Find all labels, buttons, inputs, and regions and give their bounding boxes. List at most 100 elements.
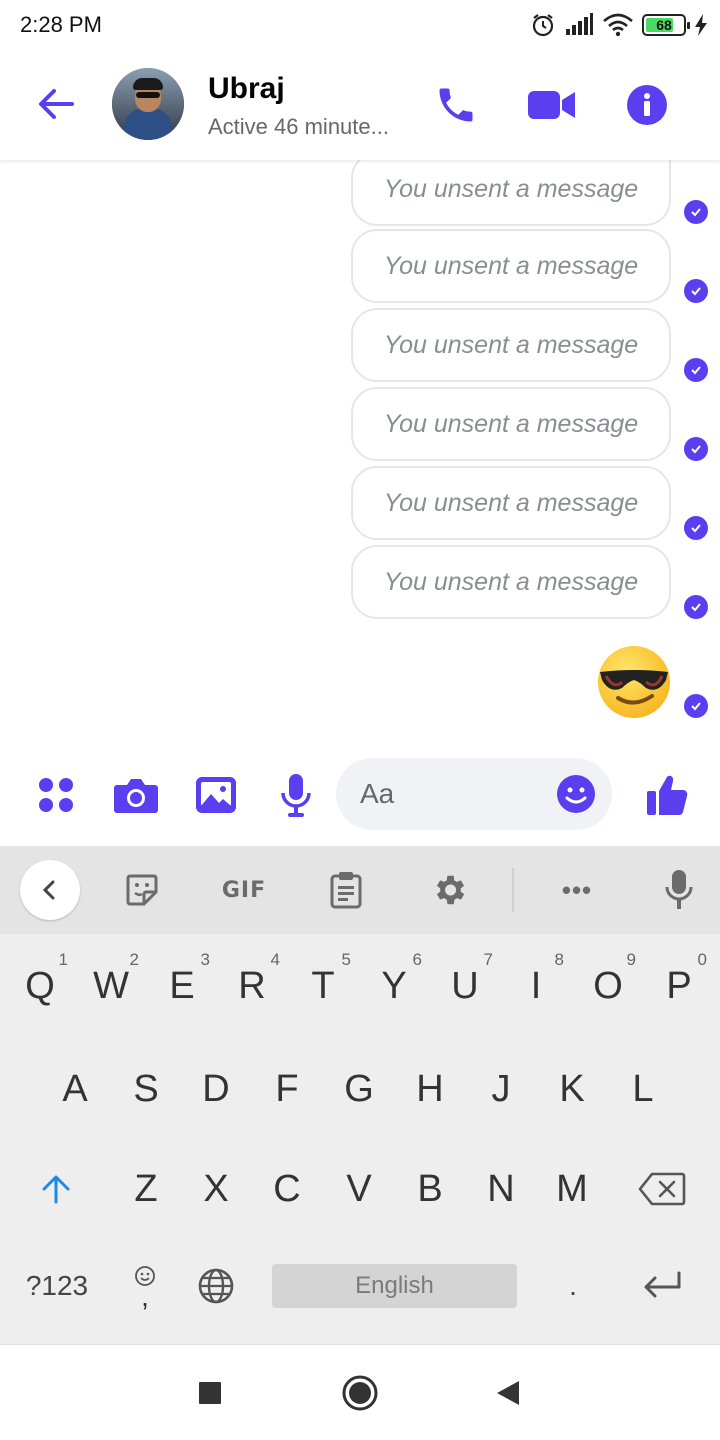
key-r[interactable]: R4 xyxy=(222,946,282,1026)
key-t[interactable]: T5 xyxy=(293,946,353,1026)
key-f[interactable]: F xyxy=(257,1049,317,1129)
audio-call-button[interactable] xyxy=(431,80,481,130)
key-c[interactable]: C xyxy=(257,1149,317,1229)
gallery-button[interactable] xyxy=(193,772,239,818)
key-j[interactable]: J xyxy=(471,1049,531,1129)
more-actions-button[interactable] xyxy=(33,772,79,818)
keyboard-toolbar: GIF ••• xyxy=(0,846,720,934)
back-nav-button[interactable] xyxy=(484,1369,532,1417)
wifi-icon xyxy=(603,13,633,37)
voice-clip-button[interactable] xyxy=(273,772,319,818)
emoji-picker-button[interactable] xyxy=(556,774,596,814)
key-w[interactable]: W2 xyxy=(81,946,141,1026)
language-key[interactable] xyxy=(190,1250,242,1322)
keyboard-collapse-button[interactable] xyxy=(20,860,80,920)
recents-square-icon xyxy=(199,1382,221,1404)
backspace-icon xyxy=(638,1172,686,1206)
clipboard-button[interactable] xyxy=(316,860,376,920)
back-arrow-icon xyxy=(39,89,74,119)
key-h[interactable]: H xyxy=(400,1049,460,1129)
key-l[interactable]: L xyxy=(613,1049,673,1129)
message-bubble[interactable]: You unsent a message xyxy=(351,229,671,303)
camera-button[interactable] xyxy=(113,772,159,818)
key-s[interactable]: S xyxy=(116,1049,176,1129)
like-button[interactable] xyxy=(644,772,690,818)
key-i[interactable]: I8 xyxy=(506,946,566,1026)
recents-button[interactable] xyxy=(186,1369,234,1417)
comma-label: , xyxy=(141,1281,149,1312)
enter-arrow-icon xyxy=(644,1271,681,1298)
gif-button[interactable]: GIF xyxy=(214,860,274,920)
alarm-icon xyxy=(532,14,554,37)
status-bar: 2:28 PM 68 xyxy=(0,0,720,50)
message-bubble[interactable]: You unsent a message xyxy=(351,308,671,382)
camera-icon xyxy=(114,779,158,813)
symbols-key[interactable]: ?123 xyxy=(14,1250,100,1322)
message-bubble[interactable]: You unsent a message xyxy=(351,160,671,226)
gallery-icon xyxy=(196,777,236,813)
seen-check-icon xyxy=(684,694,708,718)
message-bubble[interactable]: You unsent a message xyxy=(351,387,671,461)
home-button[interactable] xyxy=(336,1369,384,1417)
voice-input-icon xyxy=(665,870,693,909)
sunglasses-emoji-message[interactable] xyxy=(594,644,674,720)
conversation-info-button[interactable] xyxy=(622,80,672,130)
conversation-header: Ubraj Active 46 minute... xyxy=(0,50,720,160)
message-bubble[interactable]: You unsent a message xyxy=(351,545,671,619)
emoji-icon xyxy=(557,775,595,813)
signal-icon xyxy=(566,13,593,35)
key-g[interactable]: G xyxy=(329,1049,389,1129)
key-m[interactable]: M xyxy=(542,1149,602,1229)
enter-key[interactable] xyxy=(630,1250,694,1322)
toolbar-divider xyxy=(512,868,514,912)
key-z[interactable]: Z xyxy=(116,1149,176,1229)
seen-check-icon xyxy=(684,279,708,303)
key-q[interactable]: Q1 xyxy=(10,946,70,1026)
space-key[interactable]: English xyxy=(272,1264,517,1308)
key-y[interactable]: Y6 xyxy=(364,946,424,1026)
message-input[interactable] xyxy=(360,758,550,830)
chevron-left-icon xyxy=(42,880,55,900)
key-a[interactable]: A xyxy=(45,1049,105,1129)
key-k[interactable]: K xyxy=(542,1049,602,1129)
soft-keyboard: GIF ••• Q1 W2 E3 R4 T5 Y6 U7 I8 O9 P0 A … xyxy=(0,846,720,1344)
video-call-button[interactable] xyxy=(527,80,577,130)
clipboard-icon xyxy=(330,872,362,909)
voice-typing-button[interactable] xyxy=(649,860,709,920)
message-list[interactable]: You unsent a message You unsent a messag… xyxy=(0,160,720,750)
contact-name[interactable]: Ubraj xyxy=(208,72,285,106)
key-b[interactable]: B xyxy=(400,1149,460,1229)
key-u[interactable]: U7 xyxy=(435,946,495,1026)
video-camera-icon xyxy=(528,91,575,119)
gif-label: GIF xyxy=(221,877,267,903)
more-tools-button[interactable]: ••• xyxy=(547,860,607,920)
key-o[interactable]: O9 xyxy=(578,946,638,1026)
thumbs-up-icon xyxy=(647,775,688,815)
keyboard-settings-button[interactable] xyxy=(419,860,479,920)
key-e[interactable]: E3 xyxy=(152,946,212,1026)
backspace-key[interactable] xyxy=(630,1149,694,1229)
key-x[interactable]: X xyxy=(186,1149,246,1229)
phone-icon xyxy=(439,88,473,122)
key-v[interactable]: V xyxy=(329,1149,389,1229)
avatar[interactable] xyxy=(112,68,184,140)
sticker-button[interactable] xyxy=(112,860,172,920)
message-bubble[interactable]: You unsent a message xyxy=(351,466,671,540)
battery-level: 68 xyxy=(656,17,672,33)
system-navigation-bar xyxy=(0,1344,720,1440)
back-triangle-icon xyxy=(497,1381,519,1405)
period-key[interactable]: . xyxy=(548,1250,598,1322)
key-p[interactable]: P0 xyxy=(649,946,709,1026)
emoji-comma-key[interactable]: , xyxy=(120,1250,170,1322)
globe-icon xyxy=(198,1268,234,1304)
seen-check-icon xyxy=(684,200,708,224)
battery-icon: 68 xyxy=(642,14,690,36)
shift-key[interactable] xyxy=(26,1149,86,1229)
back-button[interactable] xyxy=(34,82,78,126)
seen-check-icon xyxy=(684,358,708,382)
sunglasses-emoji xyxy=(598,646,670,718)
key-n[interactable]: N xyxy=(471,1149,531,1229)
charging-icon xyxy=(695,14,707,36)
key-d[interactable]: D xyxy=(186,1049,246,1129)
seen-check-icon xyxy=(684,516,708,540)
